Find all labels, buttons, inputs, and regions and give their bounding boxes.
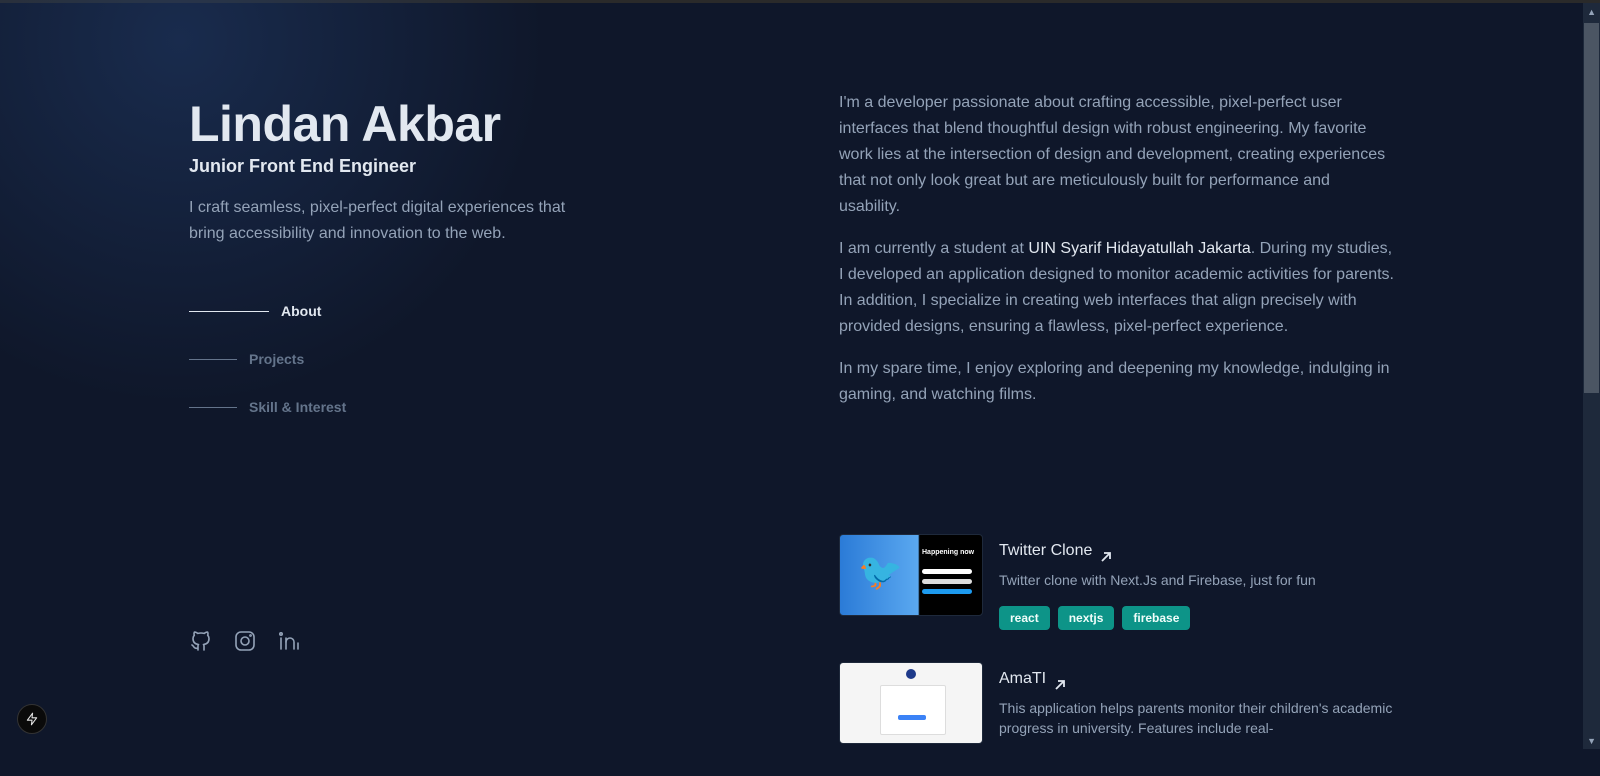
project-info: Twitter Clone Twitter clone with Next.Js… xyxy=(999,534,1399,630)
thumbnail-button xyxy=(922,589,972,594)
scrollbar-thumb[interactable] xyxy=(1584,23,1599,393)
instagram-icon[interactable] xyxy=(233,629,257,653)
project-title: Twitter Clone xyxy=(999,542,1093,559)
nav-item-label: About xyxy=(281,303,322,319)
thumbnail-button xyxy=(922,569,972,574)
about-paragraph-1: I'm a developer passionate about craftin… xyxy=(839,94,1386,215)
nav-indicator-line xyxy=(189,358,237,360)
nav-item-skill-interest[interactable]: Skill & Interest xyxy=(189,396,346,418)
section-nav: About Projects Skill & Interest xyxy=(189,300,346,444)
project-title: AmaTI xyxy=(999,670,1047,687)
about-p2-text: I am currently a student at xyxy=(839,240,1029,257)
nav-item-projects[interactable]: Projects xyxy=(189,348,346,370)
project-thumbnail[interactable]: 🐦 Happening now xyxy=(839,534,983,616)
tech-tag: react xyxy=(999,606,1050,630)
nav-indicator-line xyxy=(189,310,269,312)
about-paragraph-3: In my spare time, I enjoy exploring and … xyxy=(839,360,1390,403)
nav-indicator-line xyxy=(189,406,237,408)
arrow-up-right-icon xyxy=(1100,548,1112,562)
tech-tag: nextjs xyxy=(1057,606,1115,630)
arrow-up-right-icon xyxy=(1054,676,1066,690)
login-card xyxy=(880,685,946,735)
project-description: Twitter clone with Next.Js and Firebase,… xyxy=(999,572,1316,588)
profile-role: Junior Front End Engineer xyxy=(189,156,417,176)
app-logo-icon xyxy=(906,669,916,679)
project-title-link[interactable]: Twitter Clone xyxy=(999,540,1399,562)
profile-header: Lindan Akbar Junior Front End Engineer I… xyxy=(189,0,609,749)
project-description: This application helps parents monitor t… xyxy=(999,700,1393,736)
nav-item-label: Projects xyxy=(249,351,305,367)
project-thumbnail[interactable] xyxy=(839,662,983,744)
thumbnail-button xyxy=(898,715,926,720)
about-paragraph-2: I am currently a student at UIN Syarif H… xyxy=(839,236,1395,340)
thumbnail-button xyxy=(922,579,972,584)
lightning-icon[interactable] xyxy=(17,704,47,734)
linkedin-icon[interactable] xyxy=(277,629,301,653)
projects-section: 🐦 Happening now Twitter Clone Twitter cl… xyxy=(839,534,1399,776)
project-card[interactable]: AmaTI This application helps parents mon… xyxy=(839,662,1399,744)
nav-item-about[interactable]: About xyxy=(189,300,346,322)
scroll-up-icon[interactable]: ▲ xyxy=(1587,7,1596,17)
project-card[interactable]: 🐦 Happening now Twitter Clone Twitter cl… xyxy=(839,534,1399,630)
profile-name: Lindan Akbar xyxy=(189,96,501,152)
project-info: AmaTI This application helps parents mon… xyxy=(999,662,1399,744)
github-icon[interactable] xyxy=(189,629,213,653)
thumbnail-text: Happening now xyxy=(922,549,975,556)
project-tags: react nextjs firebase xyxy=(999,606,1399,630)
nav-item-label: Skill & Interest xyxy=(249,399,347,415)
vertical-scrollbar[interactable]: ▲ ▼ xyxy=(1583,3,1600,749)
about-section: I'm a developer passionate about craftin… xyxy=(839,90,1395,424)
twitter-bird-icon: 🐦 xyxy=(858,551,903,592)
social-links xyxy=(189,629,301,653)
profile-tagline: I craft seamless, pixel-perfect digital … xyxy=(189,199,566,242)
project-title-link[interactable]: AmaTI xyxy=(999,668,1399,690)
university-name: UIN Syarif Hidayatullah Jakarta xyxy=(1028,240,1251,257)
tech-tag: firebase xyxy=(1122,606,1191,630)
scroll-down-icon[interactable]: ▼ xyxy=(1587,736,1596,746)
